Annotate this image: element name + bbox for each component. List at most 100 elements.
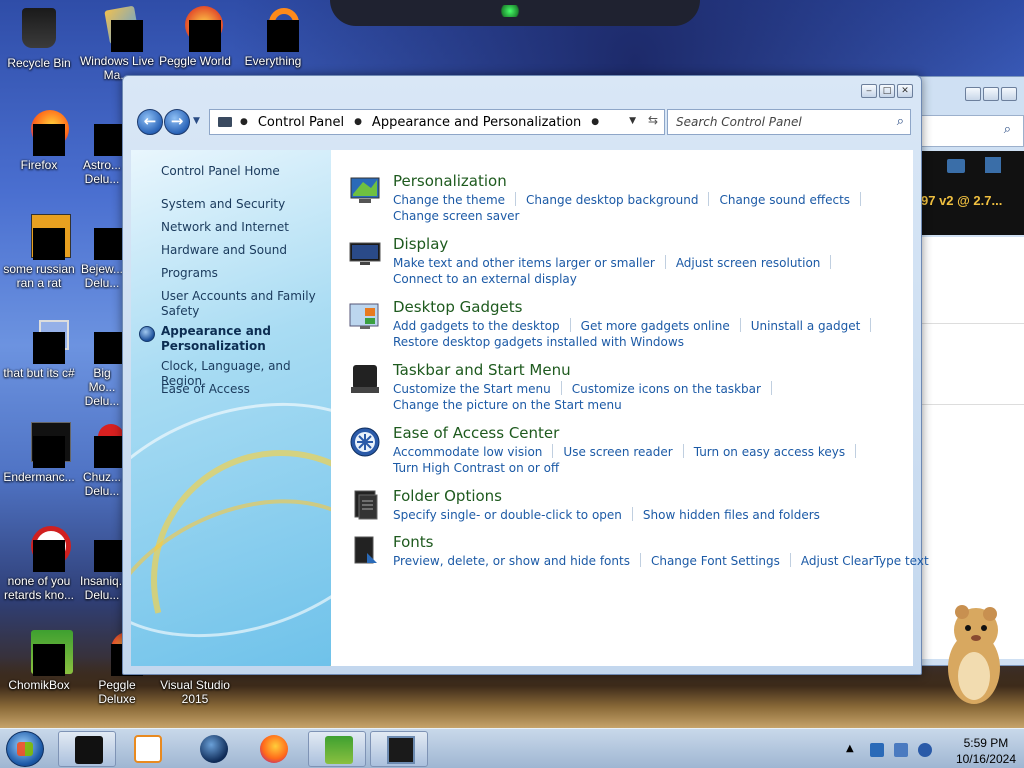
back-button[interactable]: ← [137,109,163,135]
link-uninstall-gadget[interactable]: Uninstall a gadget [751,319,861,333]
category-title[interactable]: Personalization [393,172,507,190]
desktop-icon-chuzzle-deluxe[interactable]: Chuz... Delu... [80,422,124,498]
link-text-size[interactable]: Make text and other items larger or smal… [393,256,655,270]
category-title[interactable]: Display [393,235,448,253]
sidebar-item-home[interactable]: Control Panel Home [161,164,329,179]
link-desktop-background[interactable]: Change desktop background [526,193,698,207]
search-icon[interactable]: ⌕ [897,114,904,129]
link-font-settings[interactable]: Change Font Settings [651,554,780,568]
link-screen-resolution[interactable]: Adjust screen resolution [676,256,821,270]
network-icon[interactable] [894,743,908,757]
desktop-icon-endermanch[interactable]: Endermanc... [0,422,78,484]
control-panel-window[interactable]: ‒ □ ✕ ← → ▼ ● Control Panel ● Appearance… [122,75,929,675]
link-add-gadgets[interactable]: Add gadgets to the desktop [393,319,560,333]
sidebar: Control Panel Home System and Security N… [131,150,331,666]
chuzzle-icon [80,422,124,468]
minimize-button[interactable] [965,87,981,101]
link-restore-gadgets[interactable]: Restore desktop gadgets installed with W… [393,335,684,349]
link-screen-saver[interactable]: Change screen saver [393,209,520,223]
link-row: Change screen saver [393,209,520,223]
link-preview-fonts[interactable]: Preview, delete, or show and hide fonts [393,554,630,568]
category-title[interactable]: Taskbar and Start Menu [393,361,571,379]
sidebar-item-hardware-sound[interactable]: Hardware and Sound [161,243,329,258]
taskbar-item-globe[interactable] [184,731,242,767]
breadcrumb-control-panel[interactable]: Control Panel [258,115,344,130]
link-low-vision[interactable]: Accommodate low vision [393,445,542,459]
sidebar-item-ease-of-access[interactable]: Ease of Access [161,382,329,397]
desktop-icon-bejeweled-deluxe[interactable]: Bejew... Delu... [80,214,124,290]
link-cleartype[interactable]: Adjust ClearType text [801,554,929,568]
desktop-icon-everything[interactable]: Everything [234,6,312,68]
desktop-icon-peggle-world[interactable]: Peggle World [156,6,234,68]
forward-button[interactable]: → [164,109,190,135]
category-title[interactable]: Ease of Access Center [393,424,559,442]
link-high-contrast[interactable]: Turn High Contrast on or off [393,461,559,475]
taskbar-item-media-player[interactable] [118,731,176,767]
background-window-toolbar: ⌕ [921,115,1024,147]
desktop-icon-none-of-you[interactable]: none of you retards kno... [0,526,78,602]
category-title[interactable]: Fonts [393,533,433,551]
sidebar-item-network[interactable]: Network and Internet [161,220,329,235]
link-taskbar-icons[interactable]: Customize icons on the taskbar [572,382,761,396]
bluetooth-icon[interactable] [870,743,884,757]
maximize-button[interactable] [983,87,999,101]
app-icon [985,157,1001,173]
close-button[interactable]: ✕ [897,84,913,98]
search-box[interactable]: Search Control Panel ⌕ [667,109,911,135]
volume-icon[interactable] [918,743,932,757]
copy-windows-icon [17,318,69,364]
taskbar-item-control-panel[interactable] [370,731,428,767]
search-input[interactable]: Search Control Panel [676,115,802,129]
sidebar-item-appearance[interactable]: Appearance and Personalization [161,324,329,354]
taskbar-item-terminal[interactable] [58,731,116,767]
desktop-icon-chomikbox[interactable]: ChomikBox [0,630,78,692]
sidebar-item-system-security[interactable]: System and Security [161,197,329,212]
link-sound-effects[interactable]: Change sound effects [719,193,850,207]
desktop-icon-rat[interactable]: some russian ran a rat [0,214,78,290]
terminal-icon [17,422,71,468]
display-icon [349,242,381,265]
background-window[interactable]: ⌕ 97 v2 @ 2.7... [916,76,1024,666]
maximize-button[interactable]: □ [879,84,895,98]
link-more-gadgets[interactable]: Get more gadgets online [581,319,730,333]
sidebar-item-user-accounts[interactable]: User Accounts and Family Safety [161,289,329,319]
link-external-display[interactable]: Connect to an external display [393,272,577,286]
desktop-icon-big-money-deluxe[interactable]: Big Mo... Delu... [80,318,124,408]
desktop-icon-windows-live[interactable]: Windows Live Ma... [78,5,156,82]
search-icon[interactable]: ⌕ [1004,122,1011,137]
clock[interactable]: 5:59 PM 10/16/2024 [956,735,1016,767]
link-start-picture[interactable]: Change the picture on the Start menu [393,398,622,412]
recent-pages-dropdown[interactable]: ▼ [193,116,200,126]
start-button[interactable] [6,731,44,767]
breadcrumb-appearance[interactable]: Appearance and Personalization [372,115,581,130]
link-screen-reader[interactable]: Use screen reader [563,445,672,459]
background-window-body [921,237,1024,659]
taskbar-item-firefox[interactable] [244,731,302,767]
desktop-icon-insaniquarium-deluxe[interactable]: Insaniq... Delu... [80,526,124,602]
show-hidden-icons[interactable]: ▲ [846,743,860,757]
desktop-icon-that-but-csharp[interactable]: that but its c# [0,318,78,380]
category-title[interactable]: Desktop Gadgets [393,298,522,316]
link-customize-start[interactable]: Customize the Start menu [393,382,551,396]
category-title[interactable]: Folder Options [393,487,502,505]
firefox-icon [260,735,288,763]
close-button[interactable] [1001,87,1017,101]
link-single-double-click[interactable]: Specify single- or double-click to open [393,508,622,522]
desktop-icon-firefox[interactable]: Firefox [0,110,78,172]
desktop-icon-recycle-bin[interactable]: Recycle Bin [0,6,78,70]
address-bar[interactable]: ● Control Panel ● Appearance and Persona… [209,109,665,135]
firefox-icon [17,110,69,156]
desktop-icon-label: Bejew... Delu... [80,262,124,290]
rat-program-icon [17,214,71,260]
link-access-keys[interactable]: Turn on easy access keys [694,445,845,459]
current-section-bullet-icon [139,326,155,342]
refresh-icon[interactable]: ⇆ [648,113,658,127]
link-hidden-files[interactable]: Show hidden files and folders [643,508,820,522]
link-change-theme[interactable]: Change the theme [393,193,505,207]
desktop-icon-astro-deluxe[interactable]: Astro... Delu... [80,110,124,186]
desktop-icon-label: ChomikBox [8,678,70,692]
sidebar-item-programs[interactable]: Programs [161,266,329,281]
taskbar-item-chomikbox[interactable] [308,731,366,767]
address-dropdown-icon[interactable]: ▼ [629,116,636,126]
minimize-button[interactable]: ‒ [861,84,877,98]
